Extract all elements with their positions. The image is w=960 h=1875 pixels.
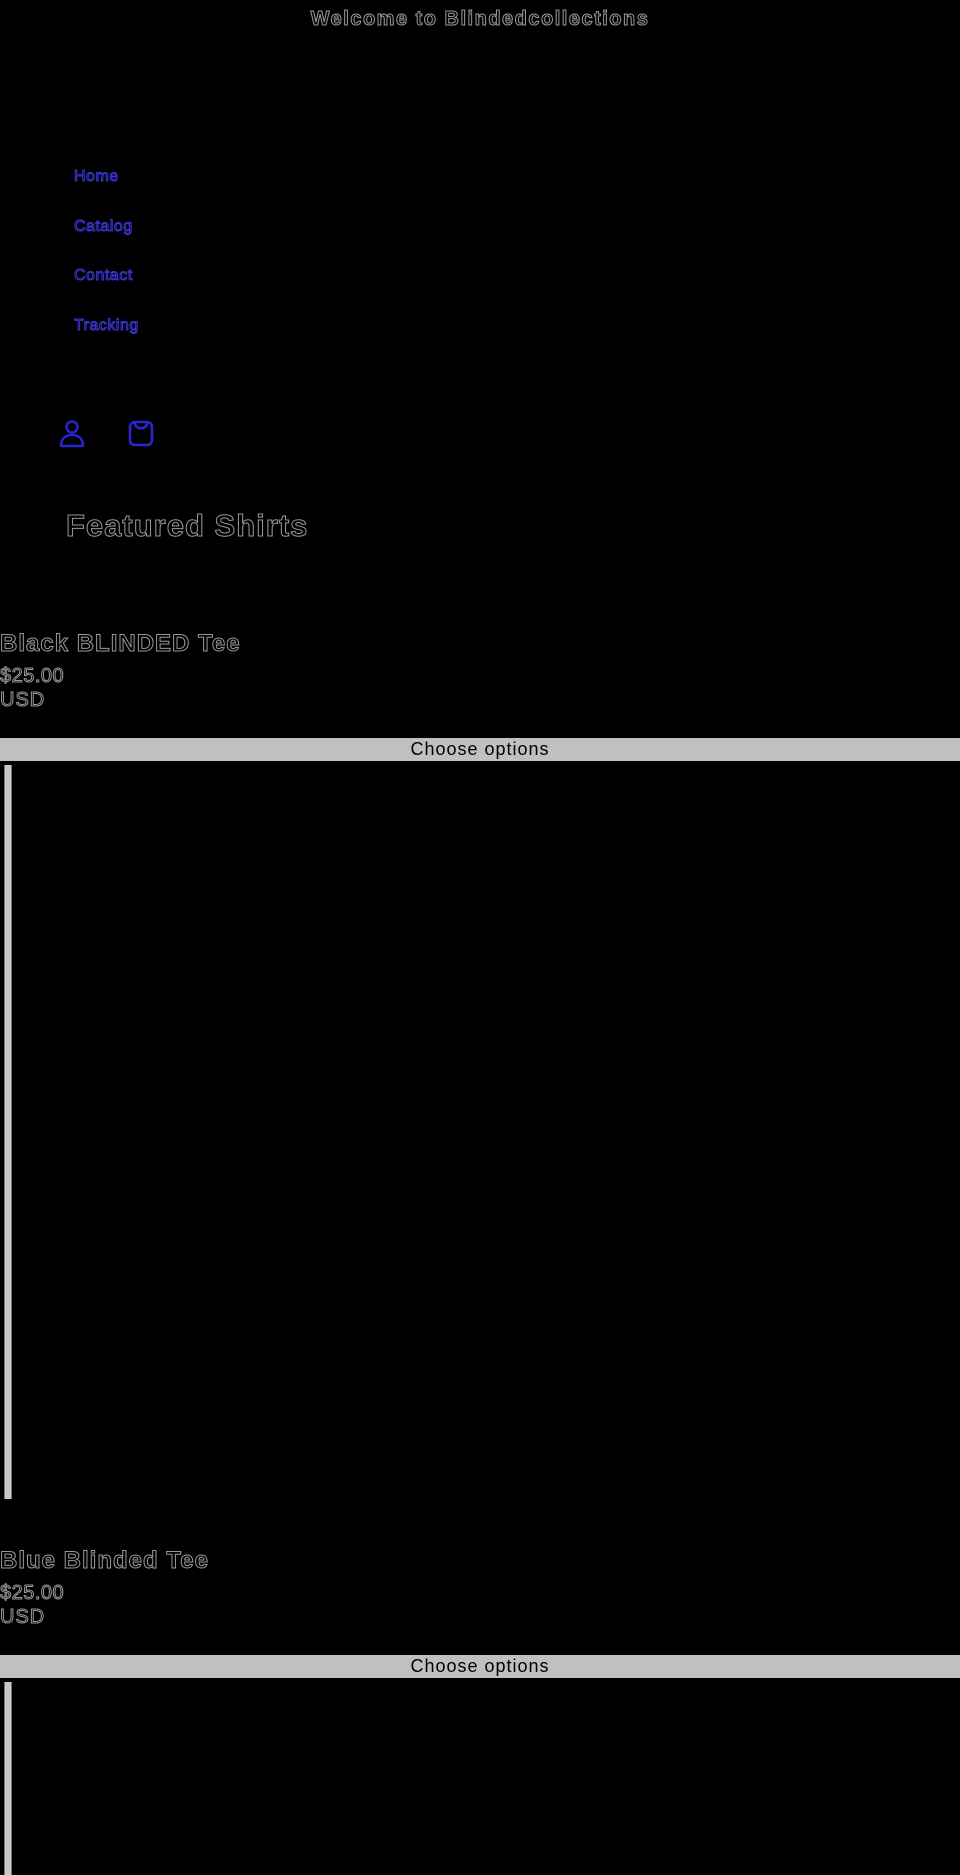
header-icons: [58, 418, 156, 448]
nav-item-catalog[interactable]: Catalog: [74, 217, 139, 268]
product-title[interactable]: Blue Blinded Tee: [0, 1547, 960, 1575]
product-image-scrollbar[interactable]: [4, 1682, 12, 1875]
product-title[interactable]: Black BLINDED Tee: [0, 630, 960, 658]
nav-item-contact[interactable]: Contact: [74, 267, 139, 317]
product-card: Black BLINDED Tee $25.00 USD: [0, 630, 960, 712]
product-currency: USD: [0, 1606, 46, 1629]
product-currency: USD: [0, 689, 46, 712]
product-price: $25.00: [0, 1582, 65, 1605]
announcement-bar: Welcome to Blindedcollections: [310, 8, 650, 31]
product-price: $25.00: [0, 665, 65, 688]
choose-options-button[interactable]: Choose options: [0, 738, 960, 761]
page: Welcome to Blindedcollections Home Catal…: [0, 0, 960, 1875]
choose-options-button[interactable]: Choose options: [0, 1655, 960, 1678]
account-icon[interactable]: [58, 418, 88, 448]
product-card: Blue Blinded Tee $25.00 USD: [0, 1547, 960, 1629]
cart-icon[interactable]: [126, 418, 156, 448]
nav-item-home[interactable]: Home: [74, 168, 139, 218]
nav-item-tracking[interactable]: Tracking: [74, 316, 139, 367]
main-nav: Home Catalog Contact Tracking: [74, 168, 139, 366]
product-image-scrollbar[interactable]: [4, 765, 12, 1499]
section-title: Featured Shirts: [65, 508, 309, 544]
